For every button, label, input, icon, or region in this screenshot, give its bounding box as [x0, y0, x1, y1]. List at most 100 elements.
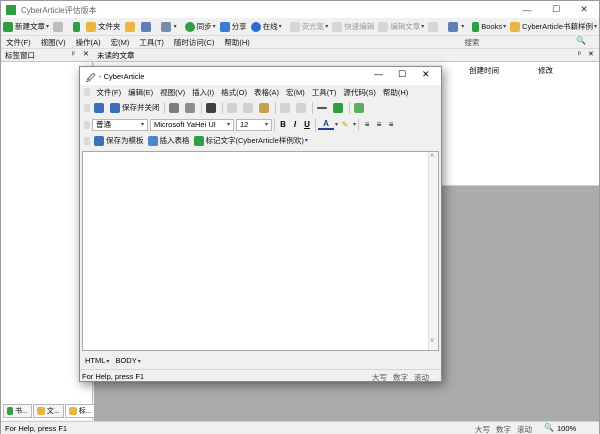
search-icon[interactable]: 🔍	[576, 36, 586, 45]
paste-icon	[258, 102, 269, 113]
highlighter-button[interactable]: 荧光笔 ▾	[288, 19, 331, 35]
import-button[interactable]: ▾	[159, 19, 179, 35]
chevron-down-icon: ▾	[140, 122, 144, 128]
chevron-down-icon[interactable]: ▾	[353, 121, 356, 128]
print-preview-button[interactable]	[183, 100, 199, 116]
close-button[interactable]: ✕	[570, 1, 598, 18]
tab-labels[interactable]: 标...	[64, 404, 96, 418]
column-created-time[interactable]: 创建时间	[469, 65, 499, 76]
copy-button[interactable]	[241, 100, 257, 116]
paste-button[interactable]	[257, 100, 273, 116]
italic-button[interactable]: I	[289, 119, 301, 131]
editor-content-area[interactable]: ˄ ˅	[82, 151, 439, 351]
save-close-button[interactable]: 保存并关闭	[108, 100, 162, 116]
underline-button[interactable]: U	[301, 119, 313, 131]
zoom-level[interactable]: 100%	[557, 424, 576, 433]
tag-body[interactable]: BODY▾	[112, 356, 143, 365]
title-bar: CyberArticle评估版本 — ☐ ✕	[1, 1, 599, 18]
align-right-button[interactable]: ≡	[385, 119, 397, 131]
horizontal-rule-button[interactable]	[315, 100, 331, 116]
image-icon	[332, 102, 343, 113]
tag-html[interactable]: HTML▾	[82, 356, 112, 365]
column-modified[interactable]: 修改	[538, 65, 553, 76]
undo-button[interactable]	[278, 100, 294, 116]
menu-help[interactable]: 帮助(H)	[219, 37, 254, 48]
editor-menu-help[interactable]: 帮助(H)	[379, 87, 411, 98]
paragraph-style-select[interactable]: 普通 ▾	[92, 118, 148, 131]
insert-table-button[interactable]: 插入表格	[146, 133, 192, 149]
align-center-button[interactable]: ≡	[373, 119, 385, 131]
redo-button[interactable]	[294, 100, 310, 116]
close-button[interactable]: ✕	[422, 69, 430, 80]
save-button[interactable]	[92, 100, 108, 116]
font-family-select[interactable]: Microsoft YaHei UI ▾	[150, 118, 234, 131]
editor-menu-macro[interactable]: 宏(M)	[283, 87, 309, 98]
table-grid-button[interactable]	[352, 100, 368, 116]
refresh-button[interactable]	[139, 19, 155, 35]
editor-menu-edit[interactable]: 编辑(E)	[125, 87, 157, 98]
editor-menu-tools[interactable]: 工具(T)	[308, 87, 340, 98]
save-as-template-button[interactable]: 保存为模板	[92, 133, 146, 149]
print-button[interactable]	[167, 100, 183, 116]
menu-view[interactable]: 视图(V)	[36, 37, 71, 48]
editor-menu-insert[interactable]: 插入(I)	[189, 87, 218, 98]
library-sample-button[interactable]: CyberArticle书籍样例 ▾	[508, 19, 599, 35]
scroll-indicator: 滚动	[517, 425, 532, 434]
editor-menu-view[interactable]: 视图(V)	[157, 87, 189, 98]
scroll-down-icon[interactable]: ˅	[430, 338, 434, 345]
pin-icon[interactable]: ᵖ	[578, 51, 581, 58]
zoom-icon[interactable]: 🔍	[544, 423, 554, 432]
share-button[interactable]: 分享	[218, 19, 249, 35]
edit-article-button[interactable]: 编辑文章 ▾	[376, 19, 426, 35]
maximize-button[interactable]: ☐	[398, 69, 406, 80]
menu-access[interactable]: 随时访问(C)	[169, 37, 219, 48]
find-button[interactable]	[204, 100, 220, 116]
pin-icon[interactable]: ᵖ	[72, 51, 75, 58]
tab-books[interactable]: 书...	[3, 404, 32, 418]
tools-button[interactable]: ▾	[446, 19, 466, 35]
mark-text-button[interactable]: 标记文字(CyberArticle样例欢) ▾	[192, 133, 310, 149]
menu-macro[interactable]: 宏(M)	[106, 37, 135, 48]
tab-articles[interactable]: 文...	[32, 404, 64, 418]
bold-button[interactable]: B	[277, 119, 289, 131]
editor-status-bar: For Help, press F1 大写 数字 滚动	[80, 369, 441, 382]
menu-file[interactable]: 文件(F)	[1, 37, 36, 48]
search-input[interactable]: 搜索	[374, 37, 570, 48]
minimize-button[interactable]: —	[513, 1, 541, 18]
minimize-button[interactable]: —	[374, 69, 383, 79]
cut-button[interactable]	[225, 100, 241, 116]
online-button[interactable]: 在线 ▾	[249, 19, 284, 35]
chevron-down-icon: ▾	[304, 138, 308, 144]
window-title: CyberArticle评估版本	[21, 6, 97, 15]
note-icon	[124, 21, 135, 32]
pane-title: 标签窗口	[5, 51, 35, 60]
align-left-button[interactable]: ≡	[361, 119, 373, 131]
folder-button[interactable]: 文件夹	[84, 19, 123, 35]
font-size-select[interactable]: 12 ▾	[236, 118, 272, 131]
menu-tools[interactable]: 工具(T)	[134, 37, 169, 48]
share-icon	[219, 21, 230, 32]
books-button[interactable]: Books ▾	[470, 19, 508, 35]
editor-menu-table[interactable]: 表格(A)	[251, 87, 283, 98]
close-icon[interactable]: ✕	[83, 50, 89, 58]
vertical-scrollbar[interactable]: ˄ ˅	[428, 152, 438, 350]
menu-action[interactable]: 操作(A)	[71, 37, 106, 48]
editor-menu-file[interactable]: 文件(F)	[93, 87, 125, 98]
copy-button[interactable]	[426, 19, 442, 35]
font-color-button[interactable]: A	[318, 119, 334, 130]
sync-button[interactable]: 同步 ▾	[183, 19, 218, 35]
globe-icon	[250, 21, 261, 32]
scroll-up-icon[interactable]: ˄	[430, 153, 434, 160]
new-article-button[interactable]: 新建文章 ▾	[1, 19, 51, 35]
delete-button[interactable]	[51, 19, 67, 35]
insert-image-button[interactable]	[331, 100, 347, 116]
quick-edit-button[interactable]: 快速编辑	[330, 19, 376, 35]
close-icon[interactable]: ✕	[588, 50, 594, 58]
note-button[interactable]	[123, 19, 139, 35]
editor-menu-source[interactable]: 源代码(S)	[340, 87, 380, 98]
maximize-button[interactable]: ☐	[542, 1, 570, 18]
books-view-button[interactable]	[71, 19, 84, 35]
highlight-color-button[interactable]: ✎	[338, 119, 352, 131]
template-icon	[94, 135, 104, 146]
editor-menu-format[interactable]: 格式(O)	[218, 87, 251, 98]
